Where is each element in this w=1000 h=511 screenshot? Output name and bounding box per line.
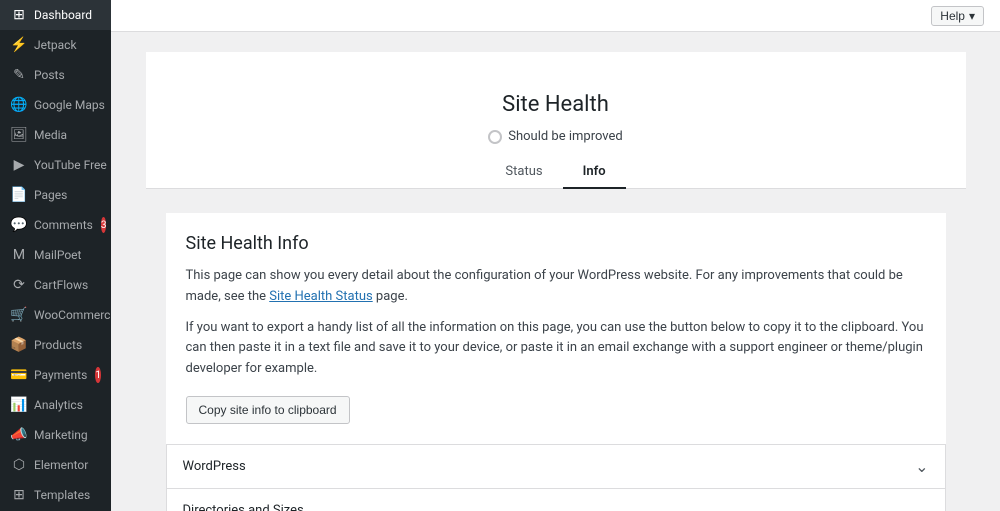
sidebar-item-label-analytics: Analytics xyxy=(34,398,83,412)
google-maps-icon: 🌐 xyxy=(10,97,28,113)
tabs-row: Status Info xyxy=(146,156,966,189)
comments-icon: 💬 xyxy=(10,217,28,233)
accordion-item-0[interactable]: WordPress ⌄ xyxy=(166,444,946,489)
woocommerce-icon: 🛒 xyxy=(10,307,28,323)
sidebar-item-pages[interactable]: 📄 Pages xyxy=(0,180,111,210)
topbar: Help ▾ xyxy=(111,0,1000,32)
payments-icon: 💳 xyxy=(10,367,28,383)
cartflows-icon: ⟳ xyxy=(10,277,28,293)
info-paragraph2: If you want to export a handy list of al… xyxy=(186,318,926,380)
info-paragraph1: This page can show you every detail abou… xyxy=(186,266,926,308)
accordion: WordPress⌄Directories and Sizes⌄Drop-ins… xyxy=(166,444,946,511)
sidebar-item-label-cartflows: CartFlows xyxy=(34,278,88,292)
sidebar-item-cartflows[interactable]: ⟳ CartFlows xyxy=(0,270,111,300)
sidebar-item-label-products: Products xyxy=(34,338,82,352)
sidebar-item-label-pages: Pages xyxy=(34,188,67,202)
sidebar-item-label-jetpack: Jetpack xyxy=(34,38,77,52)
sidebar-item-mailpoet[interactable]: M MailPoet xyxy=(0,240,111,270)
sidebar-item-label-templates: Templates xyxy=(34,488,90,502)
sidebar-item-label-payments: Payments xyxy=(34,368,87,382)
sidebar-item-label-marketing: Marketing xyxy=(34,428,88,442)
mailpoet-icon: M xyxy=(10,247,28,263)
sidebar-item-media[interactable]: 🖼 Media xyxy=(0,120,111,150)
jetpack-icon: ⚡ xyxy=(10,37,28,53)
accordion-label-0: WordPress xyxy=(183,459,246,474)
sidebar-item-dashboard[interactable]: ⊞ Dashboard xyxy=(0,0,111,30)
sidebar-item-products[interactable]: 📦 Products xyxy=(0,330,111,360)
badge-comments: 3 xyxy=(101,217,107,233)
youtube-free-icon: ▶ xyxy=(10,157,28,173)
chevron-down-icon-1: ⌄ xyxy=(915,501,928,511)
sidebar-item-marketing[interactable]: 📣 Marketing xyxy=(0,420,111,450)
status-text: Should be improved xyxy=(508,129,623,144)
help-label: Help xyxy=(940,9,965,23)
gray-section: Site Health Info This page can show you … xyxy=(146,189,966,511)
site-health-status-link[interactable]: Site Health Status xyxy=(269,289,372,304)
sidebar-item-label-media: Media xyxy=(34,128,67,142)
top-section: Site Health Should be improved Status In… xyxy=(146,52,966,189)
accordion-item-1[interactable]: Directories and Sizes ⌄ xyxy=(166,488,946,511)
sidebar-item-posts[interactable]: ✎ Posts xyxy=(0,60,111,90)
info-content: Site Health Info This page can show you … xyxy=(166,213,946,444)
copy-site-info-button[interactable]: Copy site info to clipboard xyxy=(186,396,350,424)
sidebar-item-woocommerce[interactable]: 🛒 WooCommerce xyxy=(0,300,111,330)
sidebar-item-label-mailpoet: MailPoet xyxy=(34,248,81,262)
sidebar-item-payments[interactable]: 💳 Payments 1 xyxy=(0,360,111,390)
top-inner: Site Health Should be improved xyxy=(146,72,966,144)
sidebar-item-youtube-free[interactable]: ▶ YouTube Free xyxy=(0,150,111,180)
status-indicator: Should be improved xyxy=(166,129,946,144)
accordion-label-1: Directories and Sizes xyxy=(183,503,304,511)
templates-icon: ⊞ xyxy=(10,487,28,503)
badge-payments: 1 xyxy=(95,367,101,383)
sidebar-item-label-woocommerce: WooCommerce xyxy=(34,308,111,322)
elementor-icon: ⬡ xyxy=(10,457,28,473)
sidebar: ⊞ Dashboard ⚡ Jetpack ✎ Posts 🌐 Google Maps 🖼 Med… xyxy=(0,0,111,511)
sidebar-item-label-dashboard: Dashboard xyxy=(34,8,92,22)
status-circle-icon xyxy=(488,130,502,144)
page-title: Site Health xyxy=(166,92,946,117)
media-icon: 🖼 xyxy=(10,127,28,143)
sidebar-item-jetpack[interactable]: ⚡ Jetpack xyxy=(0,30,111,60)
tab-info[interactable]: Info xyxy=(563,156,626,189)
posts-icon: ✎ xyxy=(10,67,28,83)
pages-icon: 📄 xyxy=(10,187,28,203)
dashboard-icon: ⊞ xyxy=(10,7,28,23)
tab-status[interactable]: Status xyxy=(485,156,562,189)
content-area: Site Health Should be improved Status In… xyxy=(111,32,1000,511)
sidebar-item-google-maps[interactable]: 🌐 Google Maps xyxy=(0,90,111,120)
info-heading: Site Health Info xyxy=(186,233,926,254)
marketing-icon: 📣 xyxy=(10,427,28,443)
sidebar-item-templates[interactable]: ⊞ Templates xyxy=(0,480,111,510)
sidebar-item-label-google-maps: Google Maps xyxy=(34,98,105,112)
products-icon: 📦 xyxy=(10,337,28,353)
sidebar-item-label-posts: Posts xyxy=(34,68,65,82)
main-content: Help ▾ Site Health Should be improved St… xyxy=(111,0,1000,511)
chevron-down-icon-0: ⌄ xyxy=(915,457,928,476)
help-button[interactable]: Help ▾ xyxy=(931,6,984,26)
sidebar-item-label-comments: Comments xyxy=(34,218,93,232)
help-arrow-icon: ▾ xyxy=(969,9,975,23)
sidebar-item-elementor[interactable]: ⬡ Elementor xyxy=(0,450,111,480)
sidebar-item-label-youtube-free: YouTube Free xyxy=(34,158,107,172)
sidebar-item-label-elementor: Elementor xyxy=(34,458,88,472)
sidebar-item-analytics[interactable]: 📊 Analytics xyxy=(0,390,111,420)
sidebar-item-comments[interactable]: 💬 Comments 3 xyxy=(0,210,111,240)
analytics-icon: 📊 xyxy=(10,397,28,413)
center-wrapper: Site Health Should be improved Status In… xyxy=(146,52,966,511)
